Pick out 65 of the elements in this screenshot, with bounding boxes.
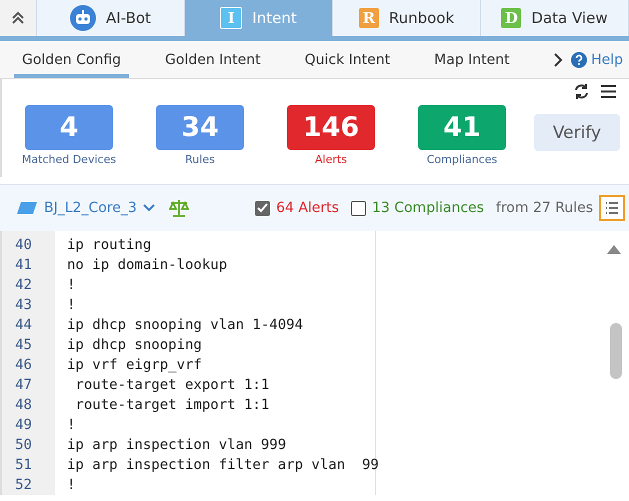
switch-icon: [16, 201, 38, 215]
sub-tab[interactable]: Golden Intent: [157, 41, 269, 78]
refresh-icon[interactable]: [573, 83, 590, 100]
scroll-up-icon[interactable]: [607, 245, 621, 254]
metric-value[interactable]: 41: [418, 105, 506, 150]
line-number: 51: [14, 457, 33, 475]
sub-tab[interactable]: Quick Intent: [296, 41, 398, 78]
line-number: 41: [14, 257, 33, 275]
line-number: 45: [14, 337, 33, 355]
letter-icon: R: [358, 8, 379, 28]
code-line: ip dhcp snooping vlan 1-4094: [67, 317, 304, 333]
rules-note: from 27 Rules: [496, 200, 593, 216]
app-tab[interactable]: AI-Bot: [37, 0, 185, 36]
menu-icon[interactable]: [600, 83, 617, 100]
help-icon[interactable]: [571, 52, 588, 68]
filter-label[interactable]: 13 Compliances: [372, 200, 484, 216]
letter-icon: I: [220, 7, 242, 29]
line-number: 40: [14, 237, 33, 255]
code-line: ip routing: [67, 237, 152, 253]
metric-value[interactable]: 34: [156, 105, 244, 150]
sub-tab[interactable]: Map Intent: [426, 41, 518, 78]
sub-tab[interactable]: Golden Config: [14, 41, 130, 78]
line-number: 47: [14, 377, 33, 395]
robot-icon: [70, 5, 96, 31]
line-number: 49: [14, 417, 33, 435]
code-line: ip arp inspection vlan 999: [67, 437, 286, 453]
metric-value[interactable]: 146: [287, 105, 375, 150]
code-line: ip arp inspection filter arp vlan 99: [67, 457, 379, 473]
code-line: route-target export 1:1: [74, 377, 270, 393]
metric-label: Matched Devices: [22, 153, 116, 166]
line-number: 48: [14, 397, 33, 415]
chevron-right-icon[interactable]: [553, 52, 564, 66]
device-selector[interactable]: BJ_L2_Core_3: [44, 200, 155, 216]
code-line: !: [67, 277, 76, 293]
app-tab[interactable]: D Data View: [481, 0, 629, 36]
metric-label: Rules: [185, 153, 215, 166]
line-number: 46: [14, 357, 33, 375]
code-line: !: [67, 297, 76, 313]
code-line: !: [67, 477, 76, 493]
code-line: !: [67, 417, 76, 433]
list-icon[interactable]: [605, 202, 619, 214]
checkbox[interactable]: [255, 200, 270, 216]
chevron-down-icon[interactable]: [142, 204, 155, 212]
filter-label[interactable]: 64 Alerts: [276, 200, 339, 216]
line-number: 42: [14, 277, 33, 295]
metric-label: Alerts: [315, 153, 347, 166]
metric-label: Compliances: [426, 153, 498, 166]
line-number: 44: [14, 317, 33, 335]
scrollbar-thumb[interactable]: [610, 323, 622, 379]
letter-icon: D: [501, 8, 522, 28]
line-number: 52: [14, 477, 33, 495]
help-link[interactable]: Help: [571, 52, 623, 68]
app-tab[interactable]: R Runbook: [333, 0, 481, 36]
collapse-icon[interactable]: [11, 11, 25, 25]
line-number: 43: [14, 297, 33, 315]
list-view-button[interactable]: [599, 195, 625, 221]
line-number: 50: [14, 437, 33, 455]
code-line: ip dhcp snooping: [67, 337, 202, 353]
metric-value[interactable]: 4: [25, 105, 113, 150]
code-line: no ip domain-lookup: [67, 257, 228, 273]
balance-scale-icon[interactable]: [168, 199, 189, 217]
verify-button[interactable]: Verify: [534, 114, 620, 151]
code-line: ip vrf eigrp_vrf: [67, 357, 202, 373]
checkbox[interactable]: [350, 200, 366, 216]
code-line: route-target import 1:1: [74, 397, 270, 413]
